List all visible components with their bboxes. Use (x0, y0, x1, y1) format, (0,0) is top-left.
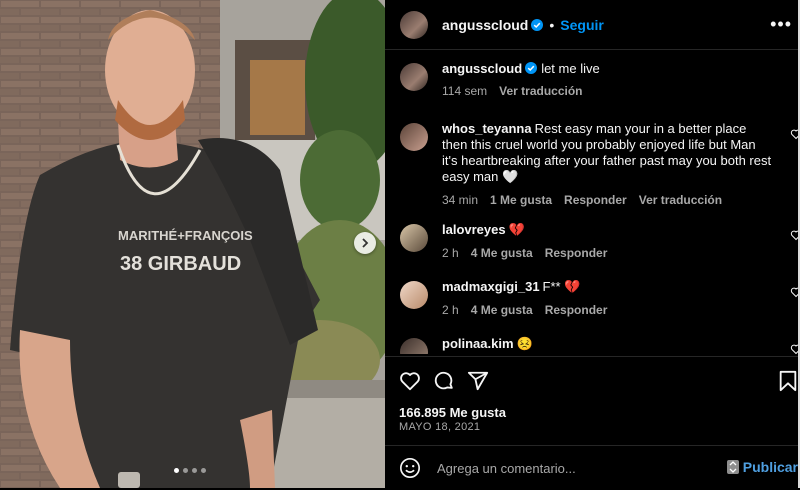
verified-badge-icon (525, 62, 538, 74)
publish-label: Publicar (742, 459, 798, 475)
comment-avatar[interactable] (400, 123, 428, 151)
comment-item: polinaa.kim 😣 (400, 336, 800, 354)
post-side-panel: angusscloud • Seguir ••• angusscloud let … (385, 0, 800, 488)
comment-text: F** 💔 (542, 279, 581, 294)
carousel-dot-active (174, 468, 179, 473)
action-icons (399, 370, 489, 392)
caption-age[interactable]: 114 sem (442, 83, 487, 99)
publish-button[interactable]: Publicar (726, 459, 798, 475)
translate-link[interactable]: Ver traducción (639, 192, 722, 208)
chevron-right-icon (362, 238, 369, 248)
caption-username[interactable]: angusscloud (442, 61, 522, 76)
comment-avatar[interactable] (400, 338, 428, 354)
more-options-icon[interactable]: ••• (770, 15, 792, 33)
comment-item: lalovreyes 💔 2 h 4 Me gusta Responder (400, 222, 800, 261)
carousel-dot (201, 468, 206, 473)
post-photo[interactable]: MARITHÉ+FRANÇOIS 38 GIRBAUD (0, 0, 385, 488)
shirt-text-line1: MARITHÉ+FRANÇOIS (118, 228, 253, 243)
comment-input[interactable] (435, 459, 719, 477)
comment-composer: Publicar (385, 445, 800, 490)
like-heart-icon[interactable] (399, 370, 421, 392)
caption-avatar[interactable] (400, 63, 428, 91)
header-separator: • (549, 16, 555, 33)
comment-avatar[interactable] (400, 281, 428, 309)
comment-age[interactable]: 2 h (442, 245, 459, 261)
comment-likes[interactable]: 1 Me gusta (490, 192, 552, 208)
shirt-text-line2: 38 GIRBAUD (120, 253, 241, 275)
comments-list[interactable]: angusscloud let me live 114 sem Ver tradu… (385, 51, 800, 354)
emoji-icon[interactable] (399, 457, 421, 479)
carousel-dots (174, 468, 206, 473)
caption-translate-link[interactable]: Ver traducción (499, 83, 582, 99)
share-icon[interactable] (467, 370, 489, 392)
photo-scene: MARITHÉ+FRANÇOIS 38 GIRBAUD (0, 0, 385, 488)
comment-username[interactable]: polinaa.kim (442, 336, 514, 351)
reply-button[interactable]: Responder (564, 192, 627, 208)
reply-button[interactable]: Responder (545, 245, 608, 261)
comment-likes[interactable]: 4 Me gusta (471, 245, 533, 261)
carousel-dot (183, 468, 188, 473)
comment-icon[interactable] (433, 370, 455, 392)
publish-arrows-icon (726, 460, 739, 474)
post-date[interactable]: MAYO 18, 2021 (399, 421, 480, 433)
comment-username[interactable]: madmaxgigi_31 (442, 279, 540, 294)
caption-text: let me live (541, 61, 600, 76)
comment-age[interactable]: 2 h (442, 302, 459, 318)
comment-age[interactable]: 34 min (442, 192, 478, 208)
comment-item: madmaxgigi_31 F** 💔 2 h 4 Me gusta Respon… (400, 279, 800, 318)
post-actions: 166.895 Me gusta MAYO 18, 2021 Publicar (385, 356, 800, 489)
author-avatar[interactable] (400, 10, 428, 39)
verified-badge-icon (531, 18, 544, 31)
author-username[interactable]: angusscloud (442, 17, 528, 33)
comment-likes[interactable]: 4 Me gusta (471, 302, 533, 318)
bookmark-icon[interactable] (778, 370, 798, 392)
comment-text: 💔 (508, 222, 525, 237)
comment-item: whos_teyanna Rest easy man your in a bett… (400, 121, 800, 208)
likes-count[interactable]: 166.895 Me gusta (399, 405, 506, 420)
carousel-dot (192, 468, 197, 473)
comment-text: 😣 (516, 336, 533, 351)
follow-button[interactable]: Seguir (560, 17, 604, 33)
comment-username[interactable]: lalovreyes (442, 222, 506, 237)
post-header: angusscloud • Seguir ••• (385, 0, 800, 50)
comment-username[interactable]: whos_teyanna (442, 121, 532, 136)
caption: angusscloud let me live 114 sem Ver tradu… (400, 61, 790, 99)
comment-avatar[interactable] (400, 224, 428, 252)
carousel-next-button[interactable] (354, 232, 376, 254)
save-bookmark-button[interactable] (778, 370, 798, 392)
reply-button[interactable]: Responder (545, 302, 608, 318)
